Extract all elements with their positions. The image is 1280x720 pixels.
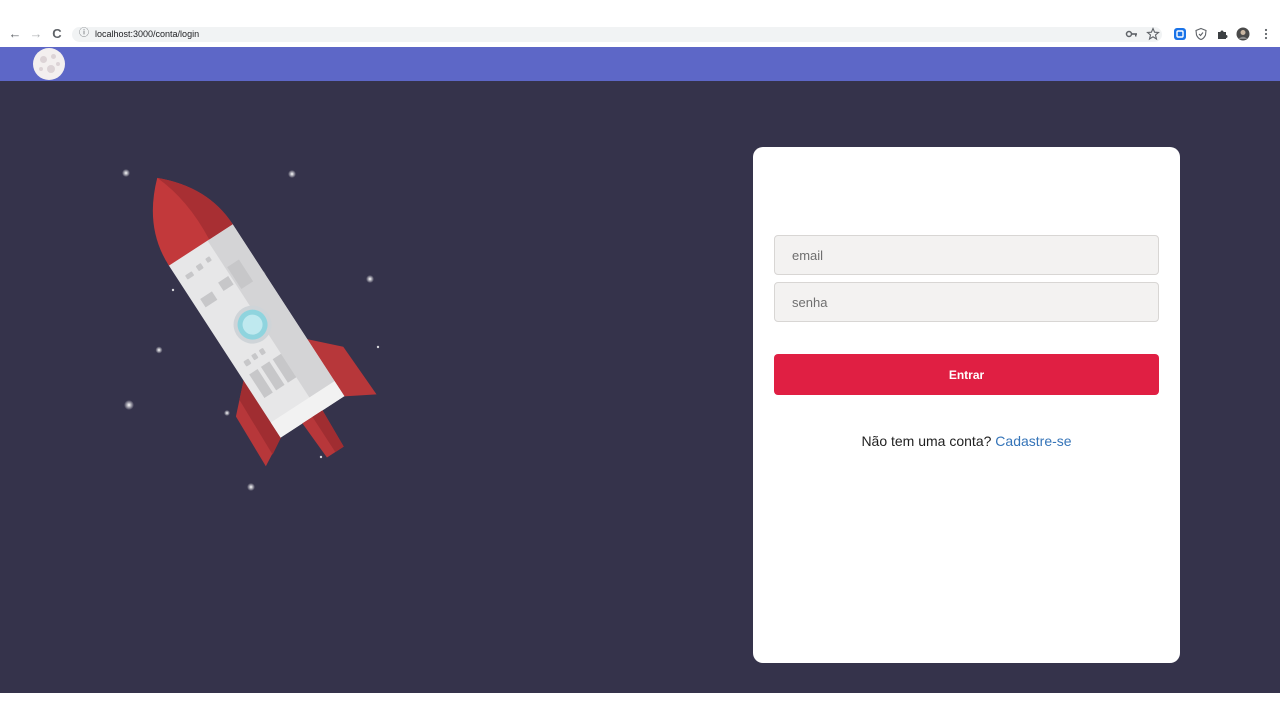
browser-toolbar: ← → C ⓘ localhost:3000/conta/login [0,0,1280,47]
reload-icon[interactable]: C [49,26,65,42]
key-icon[interactable] [1125,27,1139,41]
browser-menu-icon[interactable] [1259,27,1273,41]
profile-avatar-icon[interactable] [1236,27,1250,41]
site-info-icon[interactable]: ⓘ [78,27,90,41]
back-icon[interactable]: ← [7,26,23,42]
rocket [152,177,377,467]
main-area: Entrar Não tem uma conta? Cadastre-se [0,81,1280,693]
bottom-strip [0,693,1280,720]
app-header [0,47,1280,81]
login-card: Entrar Não tem uma conta? Cadastre-se [753,147,1180,663]
address-bar-url[interactable]: localhost:3000/conta/login [95,28,199,41]
login-button[interactable]: Entrar [774,354,1159,395]
address-bar[interactable] [72,27,1162,42]
shield-icon[interactable] [1194,27,1208,41]
signup-link[interactable]: Cadastre-se [995,433,1071,449]
signup-prompt: Não tem uma conta? Cadastre-se [753,433,1180,449]
extensions-puzzle-icon[interactable] [1215,27,1229,41]
moon-logo-icon[interactable] [33,48,65,80]
rocket-illustration [122,169,380,491]
extension-blue-icon[interactable] [1173,27,1187,41]
signup-question: Não tem uma conta? [861,433,992,449]
bookmark-star-icon[interactable] [1146,27,1160,41]
forward-icon[interactable]: → [28,26,44,42]
email-input[interactable] [774,235,1159,275]
password-input[interactable] [774,282,1159,322]
